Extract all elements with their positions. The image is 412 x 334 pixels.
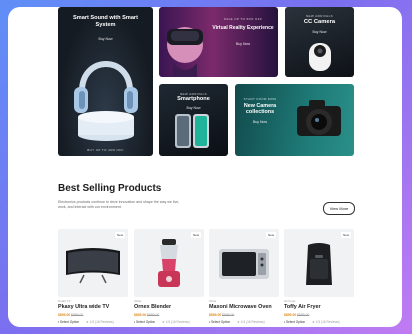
product-reviews: ★ 4.5 (16 Reviews) [162, 320, 190, 324]
product-image-box[interactable]: New [58, 229, 128, 297]
product-name[interactable]: Pkaxy Ultra wide TV [58, 304, 109, 310]
product-price: $899.00 [58, 313, 71, 317]
banner-smartphone[interactable]: NEW ARRIVALS Smartphone Buy Now [159, 84, 228, 156]
product-name[interactable]: Maxoni Microwave Oven [209, 304, 272, 310]
product-price: $899.00 [209, 313, 222, 317]
security-camera-image [309, 43, 331, 71]
product-old-price: $999.00 [147, 313, 160, 317]
product-image-box[interactable]: New [134, 229, 204, 297]
product-price: $899.00 [134, 313, 147, 317]
select-option-link[interactable]: • Select Option [134, 320, 155, 324]
product-reviews: ★ 4.5 (16 Reviews) [312, 320, 340, 324]
product-card[interactable]: New Other Maxoni Microwave Oven $899.00 … [209, 229, 279, 327]
banner-cc-camera[interactable]: NEW ARRIVALS CC Camera Buy Now [285, 7, 354, 77]
product-reviews: ★ 4.5 (16 Reviews) [86, 320, 114, 324]
product-price: $899.00 [284, 313, 297, 317]
section-description: Electronics products continue to drive i… [58, 200, 180, 210]
tv-image [66, 248, 120, 284]
product-card[interactable]: New Smart TV Pkaxy Ultra wide TV $899.00… [58, 229, 128, 327]
smartphone-image [175, 114, 209, 148]
select-option-link[interactable]: • Select Option [58, 320, 79, 324]
product-reviews: ★ 4.5 (16 Reviews) [237, 320, 265, 324]
headphones-image [74, 61, 138, 141]
banner-footer: BUY UP TO 40% OFF [87, 148, 124, 152]
product-category: Smart TV [58, 299, 71, 303]
product-category: Other [134, 299, 142, 303]
view-more-button[interactable]: View More [323, 202, 355, 215]
dslr-camera-image [297, 100, 341, 136]
product-card[interactable]: New Air Fryer Toffy Air Fryer $899.00 $9… [284, 229, 354, 327]
page-frame: Smart Sound with Smart System Buy Now BU… [8, 7, 402, 327]
banner-new-camera[interactable]: START FROM $999 New Camera collections B… [235, 84, 354, 156]
vr-headset-image [167, 27, 203, 77]
product-category: Other [209, 299, 217, 303]
product-image-box[interactable]: New [284, 229, 354, 297]
product-name[interactable]: Toffy Air Fryer [284, 304, 321, 310]
product-image-box[interactable]: New [209, 229, 279, 297]
banner-smart-sound[interactable]: Smart Sound with Smart System Buy Now BU… [58, 7, 153, 156]
select-option-link[interactable]: • Select Option [209, 320, 230, 324]
blender-image [158, 239, 180, 287]
banner-title: Virtual Reality Experience [212, 25, 274, 31]
banner-tag: SALE UP TO 50% OFF [223, 17, 263, 21]
product-old-price: $999.00 [297, 313, 310, 317]
section-title: Best Selling Products [58, 183, 162, 194]
banner-cta[interactable]: Buy Now [211, 42, 275, 46]
microwave-image [219, 249, 269, 279]
select-option-link[interactable]: • Select Option [284, 320, 305, 324]
product-old-price: $999.00 [222, 313, 235, 317]
product-old-price: $999.00 [71, 313, 84, 317]
product-name[interactable]: Ornex Blender [134, 304, 171, 310]
product-card[interactable]: New Other Ornex Blender $899.00 $999.00 … [134, 229, 204, 327]
product-category: Air Fryer [284, 299, 296, 303]
air-fryer-image [306, 243, 332, 285]
banner-vr[interactable]: SALE UP TO 50% OFF Virtual Reality Exper… [159, 7, 278, 77]
